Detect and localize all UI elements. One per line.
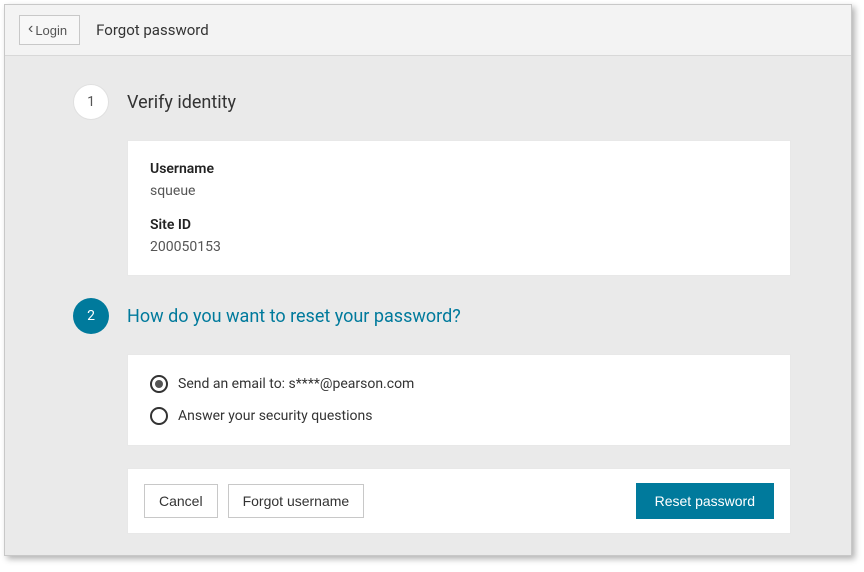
option-security-questions[interactable]: Answer your security questions [150, 407, 768, 425]
step1-header: 1 Verify identity [65, 84, 791, 120]
chevron-left-icon: ‹ [28, 21, 33, 37]
username-label: Username [150, 161, 768, 177]
username-value: squeue [150, 183, 768, 199]
header-bar: ‹ Login Forgot password [5, 5, 851, 56]
step1-title: Verify identity [127, 92, 236, 113]
siteid-field: Site ID 200050153 [150, 217, 768, 255]
app-frame: ‹ Login Forgot password 1 Verify identit… [4, 4, 852, 556]
forgot-username-button[interactable]: Forgot username [228, 484, 365, 518]
step2-header: 2 How do you want to reset your password… [65, 298, 791, 334]
siteid-label: Site ID [150, 217, 768, 233]
reset-password-button[interactable]: Reset password [636, 483, 774, 519]
radio-icon-unselected [150, 407, 168, 425]
cancel-button[interactable]: Cancel [144, 484, 218, 518]
step2-title: How do you want to reset your password? [127, 306, 461, 327]
radio-icon-selected [150, 375, 168, 393]
step2-number: 2 [73, 298, 109, 334]
siteid-value: 200050153 [150, 239, 768, 255]
option-email-label: Send an email to: s****@pearson.com [178, 376, 414, 392]
identity-card: Username squeue Site ID 200050153 [127, 140, 791, 276]
page-title: Forgot password [96, 21, 209, 39]
login-button-label: Login [35, 23, 67, 38]
option-email[interactable]: Send an email to: s****@pearson.com [150, 375, 768, 393]
login-back-button[interactable]: ‹ Login [19, 15, 80, 45]
content-area: 1 Verify identity Username squeue Site I… [5, 56, 851, 555]
option-security-label: Answer your security questions [178, 408, 372, 424]
step1-number: 1 [73, 84, 109, 120]
username-field: Username squeue [150, 161, 768, 199]
reset-options-card: Send an email to: s****@pearson.com Answ… [127, 354, 791, 446]
button-bar: Cancel Forgot username Reset password [127, 468, 791, 534]
